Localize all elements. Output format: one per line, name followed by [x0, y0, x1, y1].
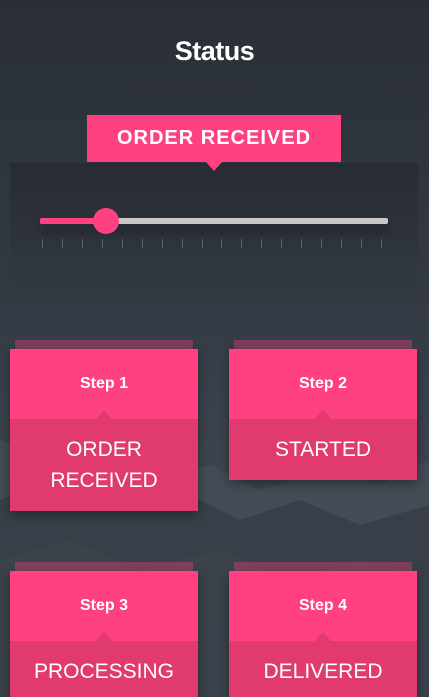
- step-label: ORDER RECEIVED: [10, 419, 198, 511]
- slider-tick: [301, 239, 303, 248]
- slider-tick: [81, 239, 83, 248]
- slider-tick: [61, 239, 63, 248]
- progress-slider-panel: [10, 163, 418, 304]
- slider-tick: [141, 239, 143, 248]
- slider-tick: [241, 239, 243, 248]
- slider-ticks: [42, 239, 382, 249]
- slider-tick: [201, 239, 203, 248]
- current-status-label: ORDER RECEIVED: [87, 115, 341, 171]
- step-card-4-wrapper: Step 4 DELIVERED: [229, 562, 417, 697]
- step-card-4[interactable]: Step 4 DELIVERED: [229, 571, 417, 697]
- step-card-3-wrapper: Step 3 PROCESSING: [10, 562, 198, 697]
- page-title: Status: [174, 36, 255, 66]
- slider-tick: [361, 239, 362, 248]
- slider-tick: [161, 239, 163, 248]
- step-number: Step 4: [229, 571, 417, 641]
- step-number: Step 1: [10, 349, 198, 419]
- step-number: Step 3: [10, 571, 198, 641]
- step-label: DELIVERED: [229, 641, 417, 697]
- step-card-3[interactable]: Step 3 PROCESSING: [10, 571, 198, 697]
- step-card-1[interactable]: Step 1 ORDER RECEIVED: [10, 349, 198, 511]
- slider-tick: [42, 239, 43, 248]
- progress-slider-thumb[interactable]: [93, 208, 120, 234]
- slider-tick: [321, 239, 323, 248]
- slider-tick: [121, 239, 123, 248]
- step-number: Step 2: [229, 349, 417, 419]
- slider-tick: [380, 239, 382, 248]
- slider-tick: [221, 239, 223, 248]
- step-label: PROCESSING: [10, 641, 198, 697]
- step-card-1-wrapper: Step 1 ORDER RECEIVED: [10, 340, 198, 511]
- step-card-2[interactable]: Step 2 STARTED: [229, 349, 417, 480]
- slider-tick: [101, 239, 103, 248]
- step-label: STARTED: [229, 419, 417, 480]
- step-card-2-wrapper: Step 2 STARTED: [229, 340, 417, 480]
- slider-tick: [261, 239, 263, 248]
- slider-tick: [181, 239, 183, 248]
- slider-tick: [341, 239, 343, 248]
- slider-tick: [281, 239, 283, 248]
